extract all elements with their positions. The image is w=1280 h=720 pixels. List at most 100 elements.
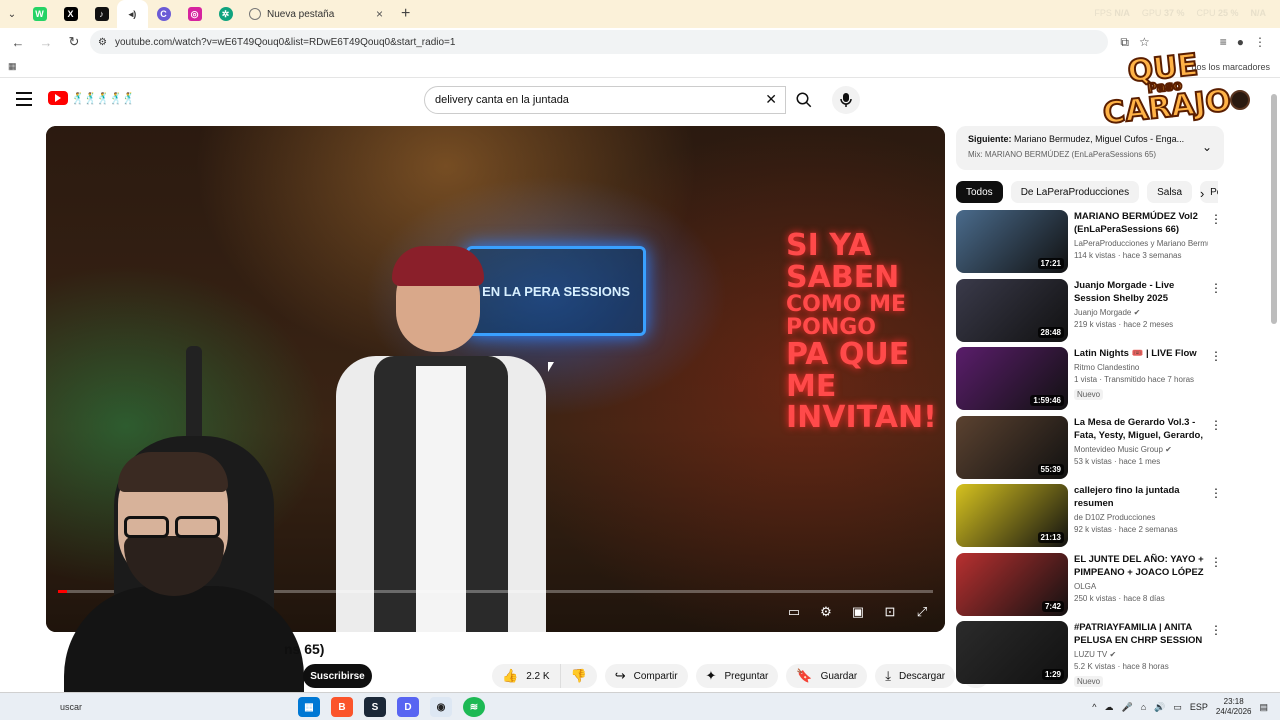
video-item-title[interactable]: Latin Nights 🎟️ | LIVE Flow: [1074, 347, 1208, 360]
video-thumbnail[interactable]: 55:39: [956, 415, 1068, 479]
site-info-icon[interactable]: ⚙: [98, 37, 107, 48]
pinned-tab-tiktok[interactable]: ♪: [86, 0, 117, 28]
calendar-app-icon[interactable]: ▦: [298, 697, 320, 717]
forward-arrow-icon[interactable]: →: [34, 30, 58, 54]
video-thumbnail[interactable]: 7:42: [956, 552, 1068, 616]
notification-icon[interactable]: ▤: [1259, 702, 1268, 713]
channel-name[interactable]: LUZU TV ✔: [1074, 650, 1208, 659]
pinned-tab-whatsapp[interactable]: W: [24, 0, 55, 28]
share-button[interactable]: ↪ Compartir: [604, 664, 688, 688]
channel-name[interactable]: LaPeraProducciones y Mariano Bermúde...: [1074, 239, 1208, 248]
browser-menu-icon[interactable]: ⋮: [1254, 35, 1266, 50]
channel-name[interactable]: Ritmo Clandestino: [1074, 363, 1208, 372]
new-tab-button[interactable]: +: [401, 5, 410, 23]
profile-icon[interactable]: ●: [1237, 35, 1244, 50]
reload-icon[interactable]: ↻: [62, 30, 86, 54]
more-vert-icon[interactable]: ⋮: [1210, 349, 1222, 363]
more-vert-icon[interactable]: ⋮: [1210, 623, 1222, 637]
cloud-icon[interactable]: ☁: [1104, 702, 1113, 713]
more-vert-icon[interactable]: ⋮: [1210, 281, 1222, 295]
dislike-button[interactable]: 👎: [559, 664, 597, 688]
apps-grid-icon[interactable]: ▦: [8, 61, 17, 72]
clock[interactable]: 23:18 24/4/2026: [1216, 697, 1252, 717]
chip-todos[interactable]: Todos: [956, 181, 1003, 203]
channel-name[interactable]: de D10Z Producciones: [1074, 513, 1208, 522]
clear-search-icon[interactable]: ✕: [765, 91, 777, 108]
video-thumbnail[interactable]: 21:13: [956, 484, 1068, 547]
pinned-tab-chatgpt[interactable]: ✲: [210, 0, 241, 28]
more-vert-icon[interactable]: ⋮: [1210, 486, 1222, 500]
list-item[interactable]: 1:59:46 Latin Nights 🎟️ | LIVE Flow Ritm…: [956, 347, 1226, 416]
more-vert-icon[interactable]: ⋮: [1210, 555, 1222, 569]
microphone-icon[interactable]: 🎤: [1121, 702, 1132, 713]
theater-mode-icon[interactable]: ▣: [849, 604, 867, 620]
network-icon[interactable]: ⌂: [1141, 702, 1146, 712]
ask-button[interactable]: ✦ Preguntar: [695, 664, 779, 688]
video-item-title[interactable]: #PATRIAYFAMILIA | ANITA PELUSA EN CHRP S…: [1074, 621, 1208, 647]
channel-name[interactable]: Juanjo Morgade ✔: [1074, 308, 1208, 317]
subtitles-icon[interactable]: ▭: [785, 604, 803, 620]
save-button[interactable]: 🔖 Guardar: [786, 664, 868, 688]
video-item-title[interactable]: callejero fino la juntada resumen: [1074, 484, 1208, 510]
taskbar-search[interactable]: uscar: [60, 702, 82, 712]
video-thumbnail[interactable]: 1:59:46: [956, 347, 1068, 410]
menu-icon[interactable]: [16, 92, 32, 106]
spotify-icon[interactable]: ≋: [463, 697, 485, 717]
video-item-title[interactable]: Juanjo Morgade - Live Session Shelby 202…: [1074, 279, 1208, 305]
cast-icon[interactable]: ⧉: [1120, 35, 1129, 50]
list-item[interactable]: 21:13 callejero fino la juntada resumen …: [956, 484, 1226, 553]
chip-salsa[interactable]: Salsa: [1147, 181, 1193, 203]
chevron-down-icon[interactable]: ⌄: [1202, 140, 1212, 154]
list-item[interactable]: 55:39 La Mesa de Gerardo Vol.3 - Fata, Y…: [956, 415, 1226, 485]
brave-browser-icon[interactable]: B: [331, 697, 353, 717]
voice-search-button[interactable]: [832, 86, 860, 114]
tab-search-chevron-icon[interactable]: ⌄: [0, 0, 24, 28]
duration-badge: 55:39: [1037, 463, 1064, 475]
pinned-tab-x[interactable]: X: [55, 0, 86, 28]
recommendation-list: 17:21 MARIANO BERMÚDEZ Vol2 (EnLaPeraSes…: [956, 210, 1226, 690]
more-vert-icon[interactable]: ⋮: [1210, 418, 1222, 432]
video-item-title[interactable]: La Mesa de Gerardo Vol.3 - Fata, Yesty, …: [1074, 416, 1208, 442]
youtube-logo[interactable]: 🕺🕺🕺🕺🕺: [48, 91, 135, 105]
list-item[interactable]: 1:29 #PATRIAYFAMILIA | ANITA PELUSA EN C…: [956, 621, 1226, 690]
list-item[interactable]: 17:21 MARIANO BERMÚDEZ Vol2 (EnLaPeraSes…: [956, 210, 1226, 279]
video-thumbnail[interactable]: 28:48: [956, 278, 1068, 342]
address-bar[interactable]: ⚙ youtube.com/watch?v=wE6T49Qouq0&list=R…: [90, 30, 1109, 54]
chrome-icon[interactable]: ◉: [430, 697, 452, 717]
chevron-up-icon[interactable]: ^: [1092, 702, 1096, 712]
scrollbar-thumb[interactable]: [1271, 94, 1277, 324]
pinned-tab-youtube-active[interactable]: ◂): [117, 0, 148, 28]
steam-icon[interactable]: S: [364, 697, 386, 717]
volume-icon[interactable]: 🔊: [1154, 702, 1165, 713]
more-vert-icon[interactable]: ⋮: [1210, 212, 1222, 226]
channel-name[interactable]: OLGA: [1074, 582, 1208, 591]
battery-icon[interactable]: ▭: [1173, 702, 1182, 713]
download-button[interactable]: ⤓ Descargar: [875, 664, 956, 688]
video-thumbnail[interactable]: 17:21: [956, 210, 1068, 273]
channel-name[interactable]: Montevideo Music Group ✔: [1074, 445, 1208, 454]
settings-gear-icon[interactable]: ⚙: [817, 604, 835, 620]
tab-new-tab[interactable]: Nueva pestaña ×: [241, 0, 391, 28]
pinned-tab-ai[interactable]: C: [148, 0, 179, 28]
back-arrow-icon[interactable]: ←: [6, 30, 30, 54]
close-icon[interactable]: ×: [376, 7, 383, 21]
list-item[interactable]: 7:42 EL JUNTE DEL AÑO: YAYO + PIMPEANO +…: [956, 552, 1226, 622]
video-thumbnail[interactable]: 1:29: [956, 621, 1068, 684]
account-avatar[interactable]: [1230, 90, 1250, 110]
chip-de-laperaproducciones[interactable]: De LaPeraProducciones: [1010, 181, 1140, 203]
language-indicator[interactable]: ESP: [1190, 702, 1208, 712]
page-scrollbar[interactable]: [1270, 86, 1278, 690]
pinned-tab-instagram[interactable]: ◎: [179, 0, 210, 28]
like-button[interactable]: 👍 2.2 K: [492, 664, 560, 688]
up-next-panel[interactable]: Siguiente: Mariano Bermudez, Miguel Cufo…: [956, 126, 1224, 170]
search-button[interactable]: [786, 86, 822, 114]
list-item[interactable]: 28:48 Juanjo Morgade - Live Session Shel…: [956, 278, 1226, 348]
chevron-right-icon[interactable]: ›: [1200, 186, 1204, 201]
video-item-title[interactable]: EL JUNTE DEL AÑO: YAYO + PIMPEANO + JOAC…: [1074, 553, 1208, 579]
subscribe-button[interactable]: Suscribirse: [303, 664, 372, 688]
fullscreen-icon[interactable]: ⤢: [913, 604, 931, 620]
cast-icon[interactable]: ⊡: [881, 604, 899, 620]
video-item-title[interactable]: MARIANO BERMÚDEZ Vol2 (EnLaPeraSessions …: [1074, 210, 1208, 236]
search-input[interactable]: delivery canta en la juntada ✕: [424, 86, 786, 114]
discord-icon[interactable]: D: [397, 697, 419, 717]
